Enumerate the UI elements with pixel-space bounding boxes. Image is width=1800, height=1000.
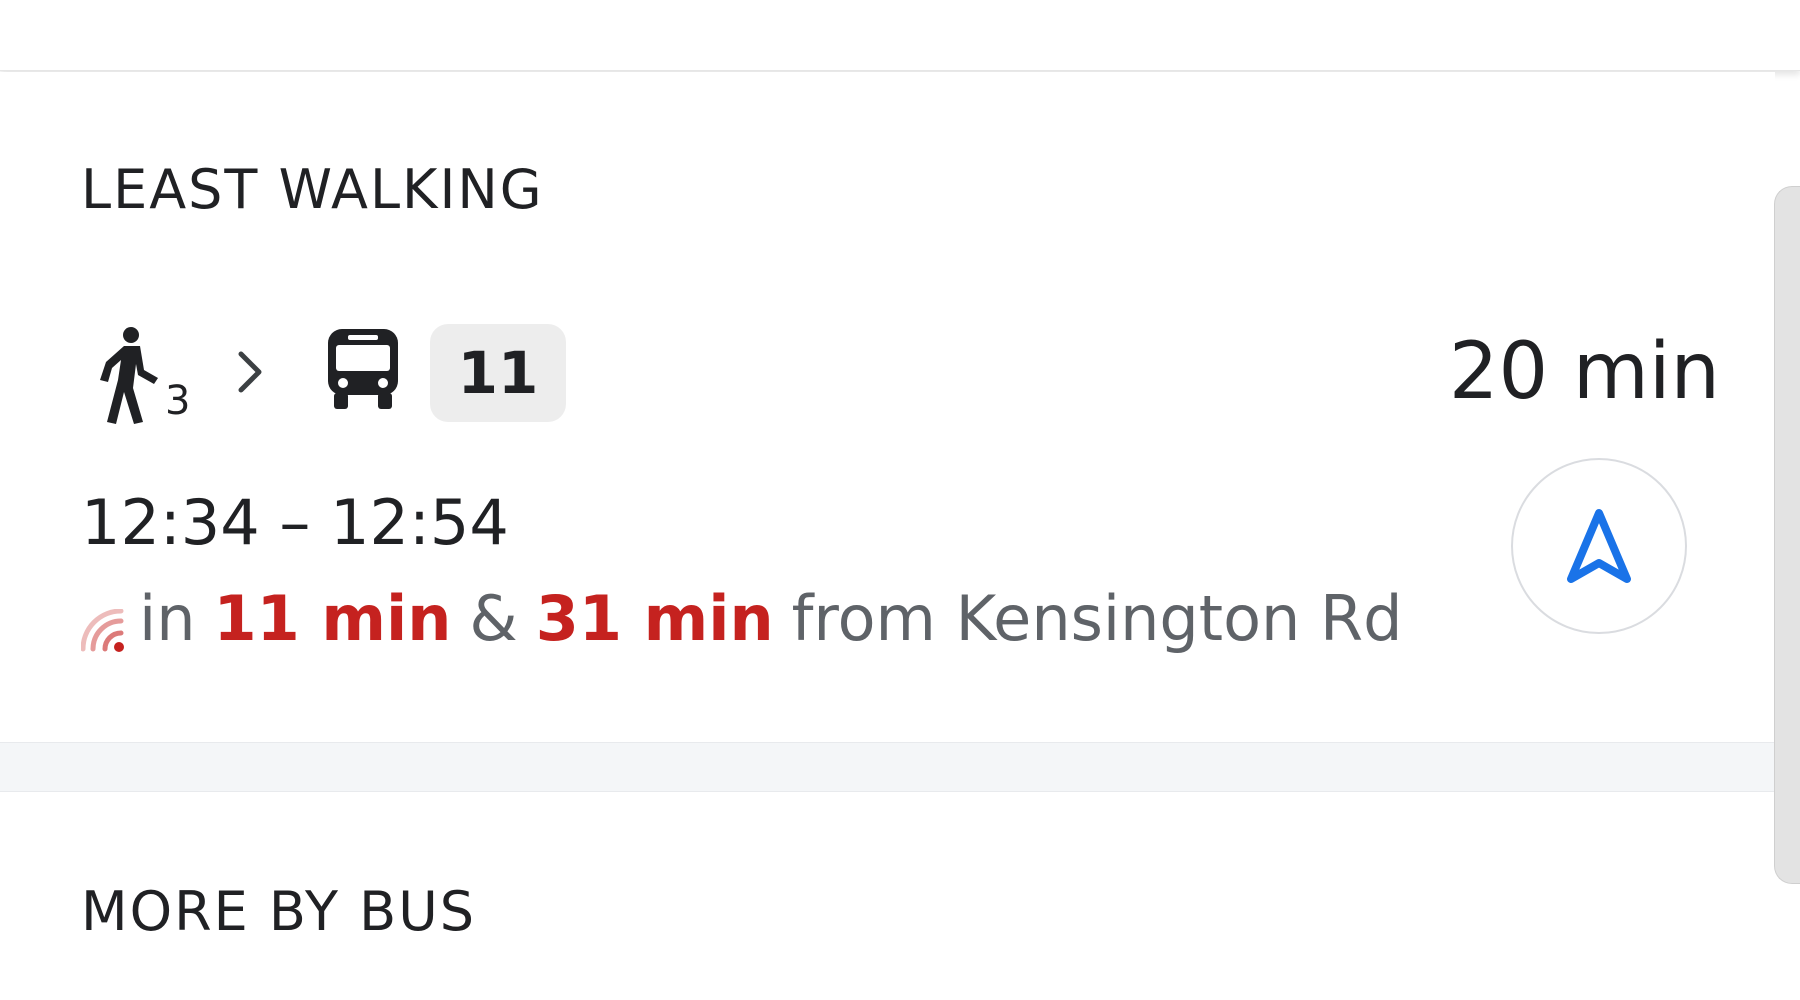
chevron-right-icon (238, 351, 262, 393)
navigation-arrow-icon (1567, 509, 1631, 583)
section-title-more-by-bus: MORE BY BUS (81, 880, 476, 943)
live-feed-icon (81, 608, 124, 652)
depart-arrive-times: 12:34 – 12:54 (81, 486, 509, 559)
realtime-stop: from Kensington Rd (791, 582, 1403, 655)
top-panel-edge (0, 0, 1800, 71)
realtime-prefix: in (139, 582, 196, 655)
bus-route-badge: 11 (430, 324, 566, 422)
bus-icon (328, 329, 398, 409)
realtime-joiner: & (469, 582, 518, 655)
realtime-first-departure: 11 min (213, 582, 452, 655)
section-title-least-walking: LEAST WALKING (81, 158, 544, 221)
trip-duration: 20 min (1448, 327, 1720, 417)
scrollbar-thumb[interactable] (1774, 186, 1800, 884)
start-navigation-button[interactable] (1511, 458, 1687, 634)
realtime-second-departure: 31 min (535, 582, 774, 655)
section-divider (0, 742, 1775, 792)
walk-duration: 3 (165, 378, 191, 424)
walk-icon (100, 327, 158, 424)
realtime-departures: in 11 min & 31 min from Kensington Rd (81, 582, 1402, 655)
